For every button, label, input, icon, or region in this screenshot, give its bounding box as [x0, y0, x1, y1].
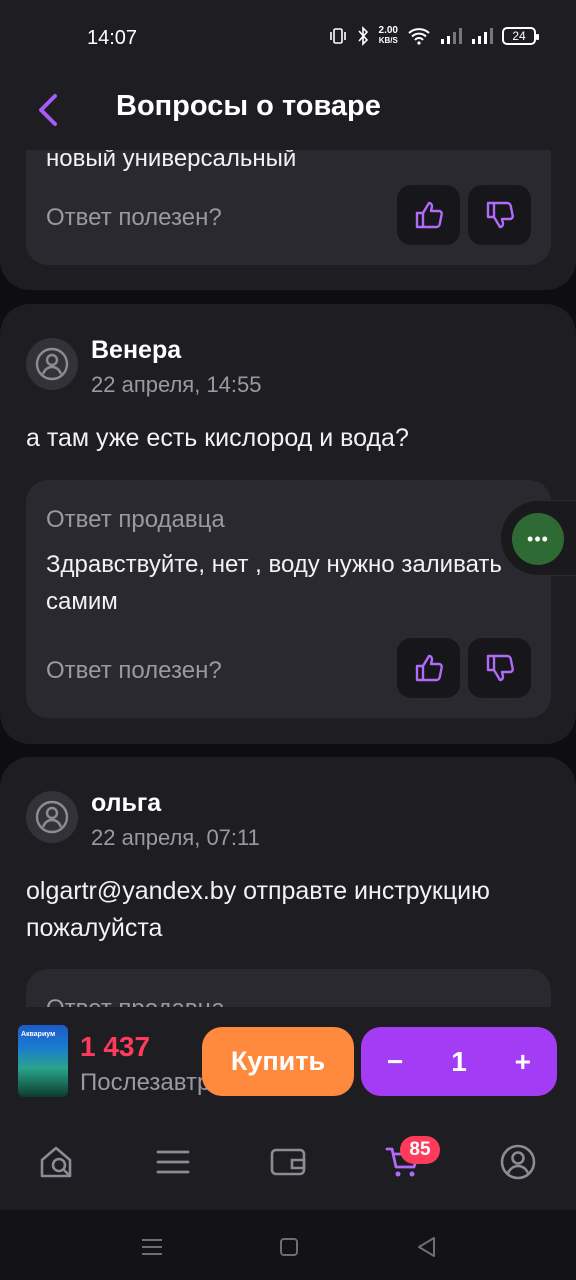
profile-icon	[500, 1144, 536, 1180]
catalog-icon	[156, 1150, 190, 1174]
quantity-stepper: − 1 +	[361, 1027, 557, 1096]
thumbs-down-icon	[486, 201, 514, 229]
questions-list[interactable]: новый универсальный Ответ полезен? Венер…	[0, 150, 576, 1007]
question-card: новый универсальный Ответ полезен?	[0, 150, 576, 290]
answer-label: Ответ продавца	[46, 995, 225, 1007]
recents-button[interactable]	[137, 1232, 167, 1262]
thumbs-down-button[interactable]	[468, 185, 531, 245]
tab-wallet[interactable]	[268, 1142, 308, 1182]
seller-answer: Ответ продавца	[26, 969, 551, 1007]
buy-button[interactable]: Купить	[202, 1027, 354, 1096]
home-button[interactable]	[274, 1232, 304, 1262]
question-card: Венера 22 апреля, 14:55 а там уже есть к…	[0, 304, 576, 744]
page-header: Вопросы о товаре	[0, 78, 576, 150]
thumbs-up-icon	[415, 654, 443, 682]
bluetooth-icon	[357, 26, 368, 46]
status-bar: 14:07 2.00 KB/S 24	[0, 0, 576, 78]
user-avatar-icon	[35, 347, 69, 381]
answer-text: новый универсальный	[46, 150, 297, 172]
answer-label: Ответ продавца	[46, 506, 225, 533]
thumbs-down-icon	[486, 654, 514, 682]
chevron-left-icon	[39, 94, 57, 126]
question-text: olgartr@yandex.by отправте инструкцию по…	[26, 877, 490, 942]
signal-icon-1	[441, 28, 462, 44]
thumbs-up-button[interactable]	[397, 185, 460, 245]
thumbs-up-icon	[415, 201, 443, 229]
floating-menu-tab: •••	[500, 500, 576, 576]
back-nav-button[interactable]	[411, 1232, 441, 1262]
more-dots-icon: •••	[527, 528, 549, 549]
battery-indicator: 24	[502, 27, 539, 45]
avatar	[26, 791, 78, 843]
status-time: 14:07	[87, 27, 138, 49]
page-title: Вопросы о товаре	[116, 90, 381, 122]
more-button[interactable]: •••	[512, 513, 564, 565]
thumbs-up-button[interactable]	[397, 638, 460, 698]
thumbs-down-button[interactable]	[468, 638, 531, 698]
system-nav-bar	[0, 1210, 576, 1280]
wifi-icon	[408, 28, 430, 45]
back-button[interactable]	[28, 90, 68, 130]
question-date: 22 апреля, 14:55	[91, 372, 262, 397]
signal-icon-2	[472, 28, 493, 44]
product-thumb-label: Аквариум	[21, 1031, 56, 1038]
tab-profile[interactable]	[498, 1142, 538, 1182]
cart-badge: 85	[400, 1136, 440, 1164]
decrement-button[interactable]: −	[387, 1046, 403, 1078]
net-speed: 2.00 KB/S	[378, 25, 398, 46]
tab-home[interactable]	[38, 1142, 78, 1182]
product-price: 1 437	[80, 1031, 151, 1062]
question-card: ольга 22 апреля, 07:11 olgartr@yandex.by…	[0, 757, 576, 1007]
home-search-icon	[40, 1146, 72, 1178]
menu-icon	[142, 1239, 162, 1255]
author-name: ольга	[91, 789, 162, 817]
vibrate-icon	[329, 28, 346, 44]
triangle-back-icon	[418, 1237, 435, 1257]
product-thumbnail[interactable]: Аквариум	[18, 1025, 68, 1097]
author-name: Венера	[91, 336, 182, 364]
user-avatar-icon	[35, 800, 69, 834]
buy-bar: Аквариум 1 437 Послезавтра Купить − 1 +	[0, 1007, 576, 1112]
seller-answer: новый универсальный Ответ полезен?	[26, 150, 551, 265]
status-icons: 2.00 KB/S 24	[329, 25, 539, 46]
seller-answer: Ответ продавца Здравствуйте, нет , воду …	[26, 480, 551, 718]
wallet-icon	[270, 1148, 306, 1176]
question-date: 22 апреля, 07:11	[91, 825, 260, 850]
useful-label: Ответ полезен?	[46, 204, 222, 231]
square-icon	[280, 1238, 298, 1256]
avatar	[26, 338, 78, 390]
tab-catalog[interactable]	[153, 1142, 193, 1182]
tab-bar: 85	[0, 1112, 576, 1210]
answer-text: Здравствуйте, нет , воду нужно заливать …	[46, 551, 502, 615]
question-text: а там уже есть кислород и вода?	[26, 424, 409, 452]
quantity-value: 1	[451, 1045, 467, 1077]
increment-button[interactable]: +	[515, 1046, 531, 1078]
useful-label: Ответ полезен?	[46, 657, 222, 684]
